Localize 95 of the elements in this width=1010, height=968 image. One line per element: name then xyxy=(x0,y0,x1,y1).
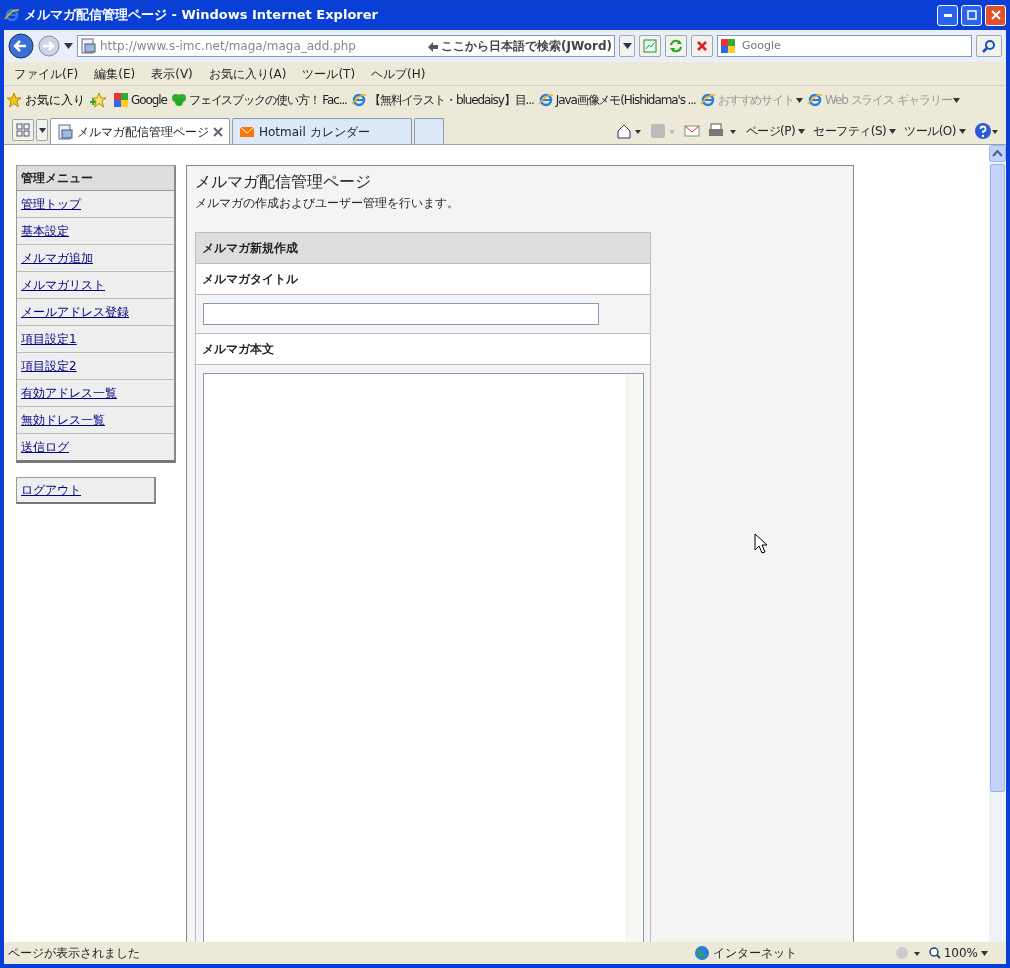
favorites-button[interactable]: お気に入り xyxy=(6,91,85,109)
favorite-link[interactable]: Google xyxy=(113,91,167,109)
field-label: メルマガタイトル xyxy=(196,264,650,295)
favorite-link[interactable]: Java画像メモ(Hishidama's ... xyxy=(537,91,696,109)
scroll-thumb[interactable] xyxy=(990,164,1005,792)
menu-link[interactable]: メルマガ追加 xyxy=(17,245,174,272)
clover-icon xyxy=(170,92,187,108)
close-icon xyxy=(990,10,1001,20)
ie-logo-icon xyxy=(4,7,20,23)
menu-item[interactable]: ファイル(F) xyxy=(14,64,79,83)
window-title: メルマガ配信管理ページ - Windows Internet Explorer xyxy=(24,6,378,25)
command-menu[interactable]: ページ(P) xyxy=(745,122,806,140)
menu-link[interactable]: 項目設定2 xyxy=(17,353,174,380)
dropdown-arrow-icon xyxy=(622,43,632,49)
menu-link[interactable]: 送信ログ xyxy=(17,434,174,460)
zoom-control[interactable]: 100% xyxy=(928,944,988,962)
ie-page-icon xyxy=(807,92,823,108)
star-icon xyxy=(6,92,22,108)
close-icon[interactable] xyxy=(213,126,223,137)
tab-list-button[interactable] xyxy=(36,119,48,141)
dropdown-arrow-icon xyxy=(38,127,46,133)
security-zone: インターネット xyxy=(693,944,797,962)
favorite-link[interactable]: 【無料イラスト・bluedaisy】目... xyxy=(350,91,534,109)
command-menu[interactable]: ツール(O) xyxy=(904,122,966,140)
browser-tab[interactable]: メルマガ配信管理ページ xyxy=(50,118,230,144)
ie-page-icon xyxy=(350,92,367,108)
browser-tab[interactable]: Hotmail カレンダー xyxy=(232,118,412,144)
maximize-icon xyxy=(966,10,977,20)
mouse-pointer-icon xyxy=(754,533,768,555)
command-menu[interactable]: セーフティ(S) xyxy=(813,122,897,140)
add-favorite-star-icon[interactable] xyxy=(89,92,109,108)
dropdown-arrow-icon[interactable] xyxy=(64,43,73,49)
favorite-link[interactable]: フェイスブックの使い方！ Fac... xyxy=(170,91,347,109)
dropdown-arrow-icon xyxy=(796,97,803,103)
google-icon xyxy=(113,92,129,108)
maximize-button[interactable] xyxy=(961,4,982,26)
ie-page-icon xyxy=(537,92,554,108)
menu-link[interactable]: メールアドレス登録 xyxy=(17,299,174,326)
status-text: ページが表示されました xyxy=(8,945,140,962)
textarea-scrollbar[interactable] xyxy=(626,374,643,942)
dropdown-arrow-icon xyxy=(798,128,806,134)
menu-link[interactable]: 項目設定1 xyxy=(17,326,174,353)
envelope-icon xyxy=(239,124,255,139)
globe-icon xyxy=(693,945,710,961)
mail-icon[interactable] xyxy=(683,124,700,138)
search-icon xyxy=(982,39,996,53)
dropdown-arrow-icon xyxy=(953,97,961,103)
scroll-up-icon[interactable] xyxy=(989,145,1006,162)
page-scrollbar[interactable] xyxy=(989,145,1006,942)
quick-tabs-button[interactable] xyxy=(12,119,34,141)
menu-item[interactable]: ヘルプ(H) xyxy=(371,64,426,83)
search-box[interactable]: Google xyxy=(717,35,972,57)
logout-link[interactable]: ログアウト xyxy=(16,477,156,504)
menu-heading: 管理メニュー xyxy=(17,166,174,191)
close-button[interactable] xyxy=(985,4,1006,26)
home-icon[interactable] xyxy=(615,123,642,139)
minimize-icon xyxy=(943,13,952,17)
new-tab-button[interactable] xyxy=(414,118,444,144)
menu-item[interactable]: ツール(T) xyxy=(302,64,356,83)
form-heading: メルマガ新規作成 xyxy=(196,233,650,264)
title-input-field[interactable] xyxy=(203,303,599,325)
search-button[interactable] xyxy=(976,35,1002,57)
dropdown-arrow-icon xyxy=(981,950,988,956)
page-description: メルマガの作成およびユーザー管理を行います。 xyxy=(195,195,460,212)
grid-icon xyxy=(16,123,30,137)
left-arrow-icon xyxy=(428,41,438,52)
dropdown-arrow-icon xyxy=(959,128,966,134)
address-dropdown-button[interactable] xyxy=(619,35,635,57)
zoom-icon xyxy=(928,947,941,959)
refresh-icon xyxy=(669,39,683,53)
menu-link[interactable]: 基本設定 xyxy=(17,218,174,245)
page-icon xyxy=(57,123,73,140)
minimize-button[interactable] xyxy=(937,4,958,26)
page-icon xyxy=(80,38,96,54)
menu-link[interactable]: 無効ドレス一覧 xyxy=(17,407,174,434)
url-text: http://www.s-imc.net/maga/maga_add.php xyxy=(100,38,356,55)
page-heading: メルマガ配信管理ページ xyxy=(195,171,372,193)
help-icon[interactable] xyxy=(974,122,998,140)
stop-button[interactable] xyxy=(691,35,713,57)
address-bar[interactable]: http://www.s-imc.net/maga/maga_add.php ここから日本語で検索(JWord) xyxy=(77,35,615,57)
field-label: メルマガ本文 xyxy=(196,334,650,365)
refresh-button[interactable] xyxy=(665,35,687,57)
ie-page-icon xyxy=(699,92,716,108)
menu-link[interactable]: 管理トップ xyxy=(17,191,174,218)
menu-item[interactable]: お気に入り(A) xyxy=(208,64,287,83)
menu-link[interactable]: 有効アドレス一覧 xyxy=(17,380,174,407)
dropdown-arrow-icon xyxy=(889,128,897,134)
back-button[interactable] xyxy=(8,33,34,59)
google-icon xyxy=(720,38,736,54)
menu-item[interactable]: 編集(E) xyxy=(94,64,136,83)
search-hint-text: ここから日本語で検索(JWord) xyxy=(428,37,612,55)
stop-icon xyxy=(696,40,708,52)
menu-link[interactable]: メルマガリスト xyxy=(17,272,174,299)
menu-item[interactable]: 表示(V) xyxy=(151,64,193,83)
print-icon[interactable] xyxy=(707,123,738,139)
